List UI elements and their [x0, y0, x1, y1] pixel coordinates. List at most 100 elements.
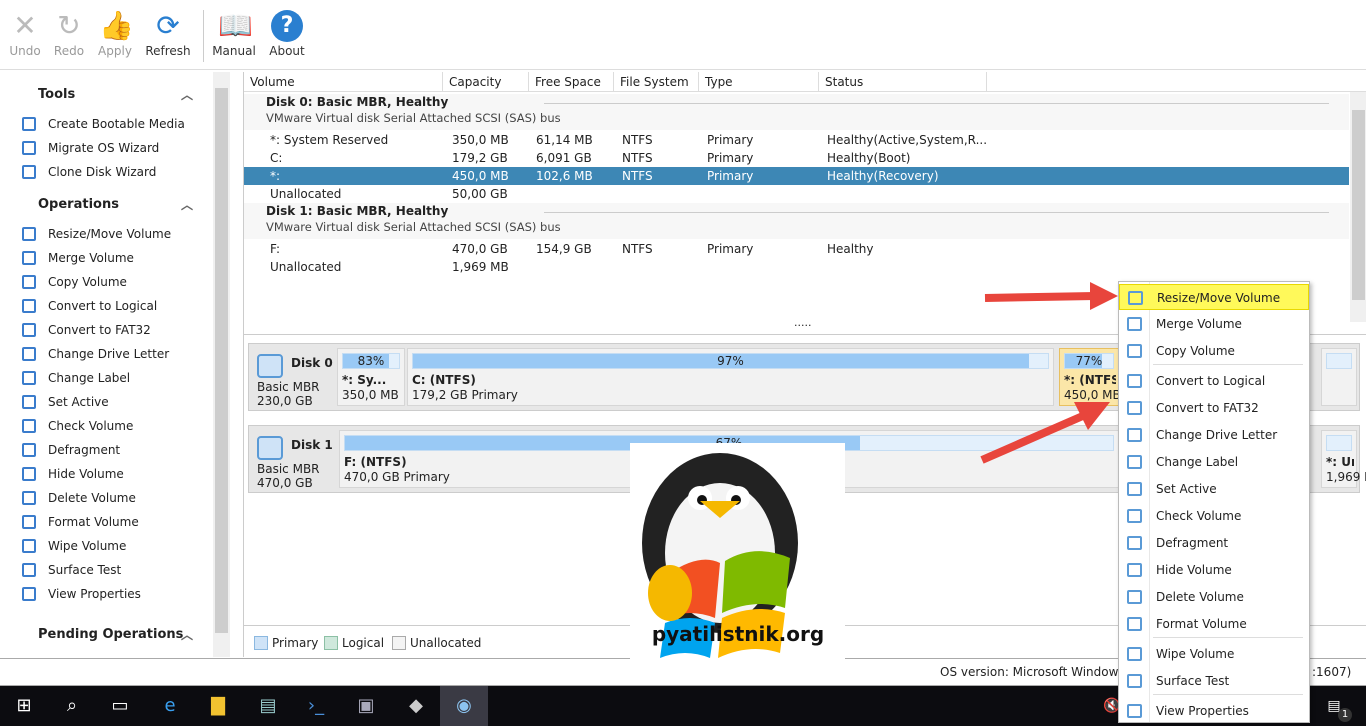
menu-item-convert-to-logical[interactable]: Convert to Logical [1119, 368, 1309, 394]
sidebar-item-delete-volume[interactable]: Delete Volume [0, 486, 213, 510]
server-manager-icon[interactable]: ▤ [256, 694, 280, 718]
menu-item-resize-move-volume[interactable]: Resize/Move Volume [1119, 284, 1309, 310]
menu-item-view-properties[interactable]: View Properties [1119, 698, 1309, 724]
cell-volume: C: [270, 151, 283, 165]
sidebar-item-surface-test[interactable]: Surface Test [0, 558, 213, 582]
table-row[interactable]: *: 450,0 MB 102,6 MB NTFS Primary Healthy(Rec… [244, 167, 1349, 185]
refresh-button[interactable]: ⟳ Refresh [143, 9, 193, 59]
partition-block[interactable]: 77% *: (NTFS)450,0 MB [1059, 348, 1121, 406]
partition-block[interactable]: *: Unalloc...1,969 MB [1321, 430, 1366, 488]
table-scrollbar[interactable] [1350, 92, 1366, 322]
redo-button[interactable]: ↻ Redo [44, 9, 94, 59]
wipe-volume-icon [22, 539, 36, 553]
tools-section-header[interactable]: Tools ︿ [0, 78, 213, 112]
sidebar-item-view-properties[interactable]: View Properties [0, 582, 213, 606]
usage-bar: 97% [412, 353, 1049, 369]
sidebar-item-clone-disk-wizard[interactable]: Clone Disk Wizard [0, 160, 213, 184]
sidebar-item-format-volume[interactable]: Format Volume [0, 510, 213, 534]
sidebar-item-defragment[interactable]: Defragment [0, 438, 213, 462]
menu-item-set-active[interactable]: Set Active [1119, 476, 1309, 502]
menu-item-copy-volume[interactable]: Copy Volume [1119, 338, 1309, 364]
menu-item-hide-volume[interactable]: Hide Volume [1119, 557, 1309, 583]
partition-block[interactable] [1321, 348, 1357, 406]
table-row[interactable]: F: 470,0 GB 154,9 GB NTFS Primary Healthy [244, 240, 1349, 258]
column-header-volume[interactable]: Volume [244, 72, 443, 92]
menu-item-merge-volume[interactable]: Merge Volume [1119, 311, 1309, 337]
pending-section-header[interactable]: Pending Operations ︿ [0, 618, 213, 652]
table-row[interactable]: *: System Reserved 350,0 MB 61,14 MB NTFS Pr… [244, 131, 1349, 149]
menu-item-defragment[interactable]: Defragment [1119, 530, 1309, 556]
menu-item-check-volume[interactable]: Check Volume [1119, 503, 1309, 529]
cell-free-space: 154,9 GB [536, 242, 592, 256]
menu-item-label: Wipe Volume [1156, 647, 1235, 661]
column-header-status[interactable]: Status [819, 72, 987, 92]
sidebar-item-wipe-volume[interactable]: Wipe Volume [0, 534, 213, 558]
scrollbar-thumb[interactable] [215, 88, 228, 633]
start-windows-icon[interactable]: ⊞ [12, 694, 36, 718]
partition-block[interactable]: 97% C: (NTFS) 179,2 GB Primary [407, 348, 1054, 406]
refresh-icon: ⟳ [156, 9, 180, 42]
notifications-icon[interactable]: ▤ 1 [1322, 694, 1352, 722]
internet-explorer-icon[interactable]: e [158, 694, 182, 718]
sidebar-item-change-label[interactable]: Change Label [0, 366, 213, 390]
sidebar-item-change-drive-letter[interactable]: Change Drive Letter [0, 342, 213, 366]
cell-status: Healthy(Active,System,R... [827, 133, 988, 147]
cell-volume: F: [270, 242, 281, 256]
undo-button[interactable]: ✕ Undo [0, 10, 50, 59]
table-row[interactable]: Unallocated 1,969 MB [244, 258, 1349, 276]
sidebar-item-label: Hide Volume [48, 467, 124, 481]
menu-item-wipe-volume[interactable]: Wipe Volume [1119, 641, 1309, 667]
menu-item-change-label[interactable]: Change Label [1119, 449, 1309, 475]
partition-app-taskbar-button[interactable]: ◉ [440, 686, 488, 726]
sidebar-item-hide-volume[interactable]: Hide Volume [0, 462, 213, 486]
sidebar-item-set-active[interactable]: Set Active [0, 390, 213, 414]
about-button[interactable]: ? About [262, 10, 312, 58]
menu-item-label: View Properties [1156, 704, 1249, 718]
sidebar-scrollbar[interactable] [213, 72, 230, 657]
sidebar-item-check-volume[interactable]: Check Volume [0, 414, 213, 438]
sidebar-item-convert-to-fat32[interactable]: Convert to FAT32 [0, 318, 213, 342]
sidebar-item-migrate-os-wizard[interactable]: Migrate OS Wizard [0, 136, 213, 160]
sidebar-item-convert-to-logical[interactable]: Convert to Logical [0, 294, 213, 318]
network-icon[interactable]: ▣ [354, 694, 378, 718]
apply-button[interactable]: 👍 Apply [90, 10, 140, 59]
manual-button[interactable]: 📖 Manual [209, 10, 259, 59]
sidebar-item-create-bootable-media[interactable]: Create Bootable Media [0, 112, 213, 136]
table-row[interactable]: C: 179,2 GB 6,091 GB NTFS Primary Healthy(Boo… [244, 149, 1349, 167]
splitter-handle[interactable]: ..... [794, 316, 811, 329]
search-icon[interactable]: ⌕ [60, 694, 84, 718]
powershell-icon[interactable]: ›_ [304, 694, 328, 718]
table-row[interactable]: Unallocated 50,00 GB [244, 185, 1349, 203]
scrollbar-thumb[interactable] [1352, 110, 1365, 300]
column-header-file-system[interactable]: File System [614, 72, 699, 92]
sidebar-item-merge-volume[interactable]: Merge Volume [0, 246, 213, 270]
menu-item-convert-to-fat32[interactable]: Convert to FAT32 [1119, 395, 1309, 421]
tool-icon[interactable]: ◆ [404, 694, 428, 718]
disk-group-header[interactable]: Disk 1: Basic MBR, Healthy VMware Virtual… [244, 203, 1349, 239]
task-view-icon[interactable]: ▭ [108, 694, 132, 718]
redo-icon: ↻ [57, 9, 81, 42]
column-header-capacity[interactable]: Capacity [443, 72, 529, 92]
operations-section-header[interactable]: Operations ︿ [0, 188, 213, 222]
menu-item-change-drive-letter[interactable]: Change Drive Letter [1119, 422, 1309, 448]
cell-type: Primary [707, 151, 754, 165]
disk-details: Basic MBR 230,0 GB [257, 380, 320, 408]
partition-name: *: (NTFS) [1064, 373, 1116, 387]
partition-block[interactable]: 83% *: Sy... 350,0 MB [337, 348, 405, 406]
menu-item-format-volume[interactable]: Format Volume [1119, 611, 1309, 637]
menu-item-delete-volume[interactable]: Delete Volume [1119, 584, 1309, 610]
column-header-type[interactable]: Type [699, 72, 819, 92]
cell-capacity: 50,00 GB [452, 187, 508, 201]
column-header-free-space[interactable]: Free Space [529, 72, 614, 92]
merge-volume-icon [1127, 317, 1142, 331]
create-bootable-media-icon [22, 117, 36, 131]
sidebar-item-resize-move-volume[interactable]: Resize/Move Volume [0, 222, 213, 246]
menu-item-surface-test[interactable]: Surface Test [1119, 668, 1309, 694]
sidebar-item-copy-volume[interactable]: Copy Volume [0, 270, 213, 294]
change-drive-letter-icon [1127, 428, 1142, 442]
cell-file-system: NTFS [622, 151, 653, 165]
file-explorer-icon[interactable]: ▇ [206, 694, 230, 718]
change-label-icon [22, 371, 36, 385]
disk-group-header[interactable]: Disk 0: Basic MBR, Healthy VMware Virtual… [244, 94, 1349, 130]
disk-type: Basic MBR [257, 462, 320, 476]
